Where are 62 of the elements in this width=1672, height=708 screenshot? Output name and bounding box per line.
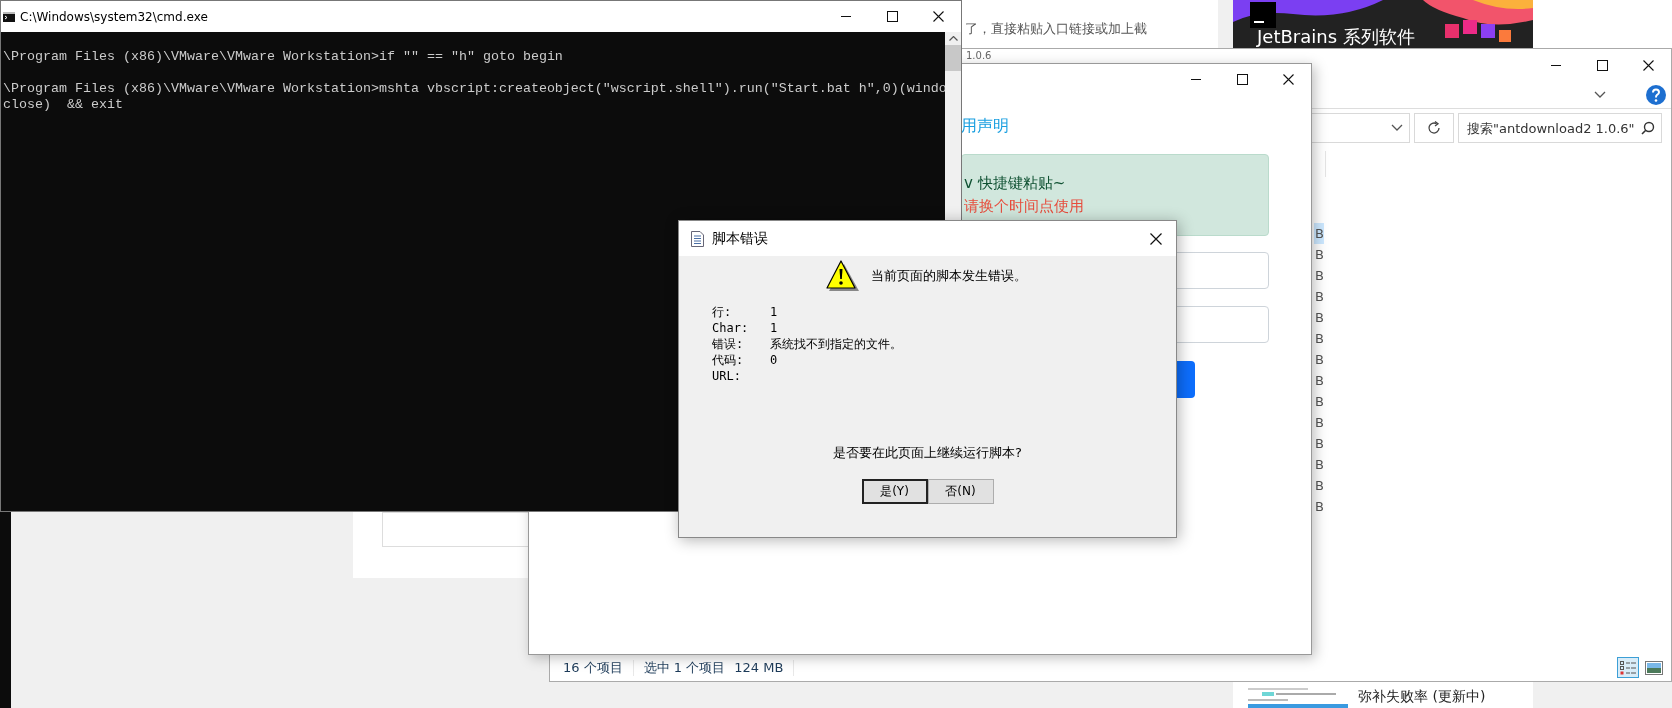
file-size-cell[interactable]: B: [1314, 244, 1324, 265]
detail-value: 1: [770, 320, 779, 336]
detail-label: 行:: [712, 304, 733, 320]
file-size-cell[interactable]: B: [1314, 496, 1324, 517]
document-icon: [691, 230, 704, 247]
file-size-cell[interactable]: B: [1314, 328, 1324, 349]
selection-size: 124 MB: [734, 660, 784, 675]
dialog-button[interactable]: 是(Y): [861, 479, 928, 504]
file-size-cell[interactable]: B: [1314, 454, 1324, 475]
chevron-down-icon[interactable]: [1594, 91, 1606, 99]
detail-label: URL:: [712, 368, 742, 384]
selection-count: 选中 1 个项目: [643, 658, 726, 677]
page-text: 了，直接粘贴入口链接或加上截: [965, 20, 1147, 38]
detail-value: 1: [770, 304, 779, 320]
file-size-cell[interactable]: B: [1314, 223, 1324, 244]
dialog-title: 脚本错误: [712, 229, 768, 248]
detail-value: 系统找不到指定的文件。: [770, 336, 903, 352]
console-line: close) && exit: [3, 97, 124, 113]
notice-text: v 快捷键粘贴~: [964, 173, 1067, 194]
file-size-cell[interactable]: B: [1314, 433, 1324, 454]
error-message: 当前页面的脚本发生错误。: [871, 267, 1027, 285]
warning-text: 请换个时间点使用: [964, 196, 1085, 217]
logo-icon: [1250, 2, 1276, 28]
close-icon: [1642, 60, 1654, 71]
scroll-up-icon[interactable]: [948, 36, 958, 41]
file-size-cell[interactable]: B: [1314, 265, 1324, 286]
question-text: 是否要在此页面上继续运行脚本?: [833, 444, 1022, 462]
warning-icon: [826, 260, 859, 292]
banner-heading: JetBrains 系列软件: [1257, 26, 1415, 48]
detail-label: Char:: [712, 320, 750, 336]
file-size-cell[interactable]: B: [1314, 370, 1324, 391]
refresh-button[interactable]: [1414, 113, 1454, 143]
detail-label: 代码:: [712, 352, 745, 368]
file-size-cell[interactable]: B: [1314, 412, 1324, 433]
details-view-icon: [1620, 660, 1636, 675]
item-count: 16 个项目: [563, 658, 623, 677]
search-field[interactable]: 搜索"antdownload2 1.0.6": [1458, 113, 1662, 143]
maximize-icon: [1236, 73, 1248, 85]
window-title: C:\Windows\system32\cmd.exe: [20, 9, 208, 24]
search-icon: [1641, 121, 1655, 135]
scrollbar-thumb[interactable]: [945, 45, 961, 71]
banner[interactable]: JetBrains 系列软件: [1233, 0, 1533, 48]
maximize-icon: [886, 11, 898, 22]
maximize-icon: [1596, 60, 1608, 71]
close-icon: [1150, 232, 1162, 245]
help-icon[interactable]: [1646, 85, 1666, 105]
dialog-button[interactable]: 否(N): [927, 479, 994, 504]
file-size-cell[interactable]: B: [1314, 286, 1324, 307]
file-size-cell[interactable]: B: [1314, 307, 1324, 328]
file-size-cell[interactable]: B: [1314, 475, 1324, 496]
thumbnail-view-icon: [1645, 660, 1663, 675]
console-line: \Program Files (x86)\VMware\VMware Workstation>if "" == "h" goto begin: [3, 49, 564, 65]
close-icon: [932, 11, 944, 22]
file-size-cell[interactable]: B: [1314, 349, 1324, 370]
close-icon: [1282, 73, 1294, 85]
details-view-button[interactable]: [1617, 657, 1639, 678]
chevron-down-icon: [1391, 124, 1403, 132]
detail-label: 错误:: [712, 336, 745, 352]
window-title: 1.0.6: [966, 50, 992, 61]
file-size-cell[interactable]: B: [1314, 391, 1324, 412]
refresh-icon: [1427, 121, 1441, 135]
detail-value: 0: [770, 352, 779, 368]
